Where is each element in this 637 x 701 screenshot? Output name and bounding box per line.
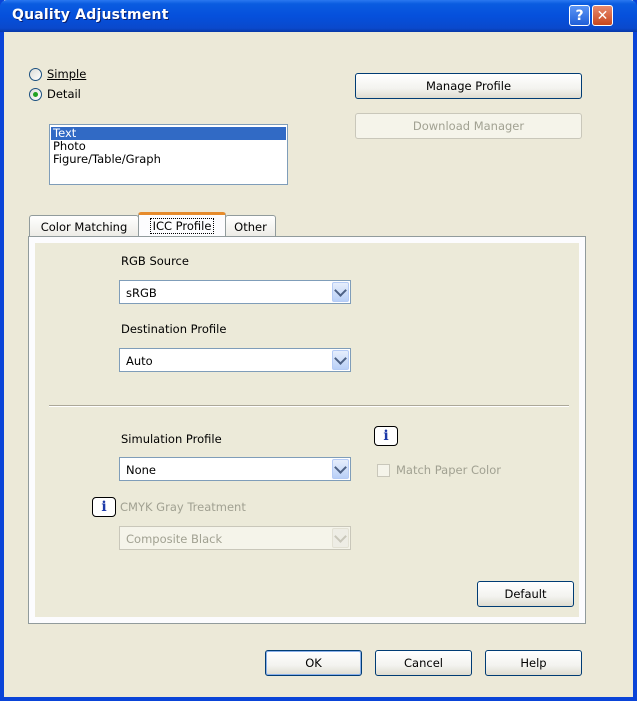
match-paper-color-checkbox[interactable] xyxy=(377,464,390,477)
chevron-glyph xyxy=(334,460,347,474)
ok-button[interactable]: OK xyxy=(265,650,362,676)
chevron-down-icon[interactable] xyxy=(332,350,349,370)
cmyk-gray-value: Composite Black xyxy=(126,532,223,546)
close-button[interactable]: ✕ xyxy=(592,5,613,26)
ok-button-label: OK xyxy=(305,656,322,670)
tab-icc-profile[interactable]: ICC Profile xyxy=(138,212,226,236)
destination-profile-label: Destination Profile xyxy=(121,322,227,336)
chevron-down-icon[interactable] xyxy=(332,459,349,479)
title-bar[interactable]: Quality Adjustment ? ✕ xyxy=(0,0,637,32)
simple-label-text: Simple xyxy=(47,67,87,81)
default-button[interactable]: Default xyxy=(477,581,574,607)
destination-profile-value: Auto xyxy=(126,354,153,368)
tab-other-label: Other xyxy=(234,219,267,234)
help-icon: ? xyxy=(575,7,584,24)
match-paper-color-label: Match Paper Color xyxy=(396,463,501,477)
tab-icc-profile-label: ICC Profile xyxy=(149,217,215,234)
simulation-profile-label: Simulation Profile xyxy=(121,432,222,446)
cmyk-gray-label: CMYK Gray Treatment xyxy=(120,500,246,514)
list-item-text[interactable]: Text xyxy=(51,127,286,140)
default-button-label: Default xyxy=(504,587,547,601)
rgb-source-label: RGB Source xyxy=(121,254,189,268)
info-glyph: i xyxy=(383,428,389,444)
help-button[interactable]: Help xyxy=(485,650,582,676)
rgb-source-value: sRGB xyxy=(126,286,157,300)
tab-color-matching-label: Color Matching xyxy=(40,219,128,234)
chevron-down-icon[interactable] xyxy=(332,528,349,548)
destination-profile-select[interactable]: Auto xyxy=(119,348,351,372)
detail-label: Detail xyxy=(47,87,81,101)
detail-radio[interactable] xyxy=(29,88,42,101)
info-glyph: i xyxy=(101,499,107,515)
help-button-label: Help xyxy=(520,656,547,670)
cancel-button-label: Cancel xyxy=(404,656,443,670)
simulation-profile-value: None xyxy=(126,463,157,477)
tab-other[interactable]: Other xyxy=(225,215,276,237)
window-title: Quality Adjustment xyxy=(12,7,169,23)
tab-color-matching[interactable]: Color Matching xyxy=(29,215,139,237)
simulation-profile-select[interactable]: None xyxy=(119,457,351,481)
quality-adjustment-dialog: Quality Adjustment ? ✕ Simple Detail Tex… xyxy=(0,0,637,701)
section-divider xyxy=(49,405,569,407)
cmyk-gray-select[interactable]: Composite Black xyxy=(119,526,351,550)
close-icon: ✕ xyxy=(596,7,609,24)
manage-profile-label: Manage Profile xyxy=(425,79,512,93)
simple-radio[interactable] xyxy=(29,68,42,81)
download-manager-button[interactable]: Download Manager xyxy=(355,113,582,139)
download-manager-label: Download Manager xyxy=(412,119,525,133)
chevron-down-icon[interactable] xyxy=(332,282,349,302)
chevron-glyph xyxy=(334,529,347,543)
cancel-button[interactable]: Cancel xyxy=(375,650,472,676)
rgb-source-select[interactable]: sRGB xyxy=(119,280,351,304)
chevron-glyph xyxy=(334,351,347,365)
simple-label: Simple xyxy=(47,67,86,81)
cmyk-gray-info-icon[interactable]: i xyxy=(92,497,116,517)
object-type-list[interactable]: Text Photo Figure/Table/Graph xyxy=(49,124,288,185)
chevron-glyph xyxy=(334,283,347,297)
help-title-button[interactable]: ? xyxy=(569,5,590,26)
manage-profile-button[interactable]: Manage Profile xyxy=(355,73,582,99)
list-item-figure[interactable]: Figure/Table/Graph xyxy=(51,153,286,166)
match-paper-info-icon[interactable]: i xyxy=(374,426,398,446)
object-type-list-items: Text Photo Figure/Table/Graph xyxy=(50,125,287,168)
